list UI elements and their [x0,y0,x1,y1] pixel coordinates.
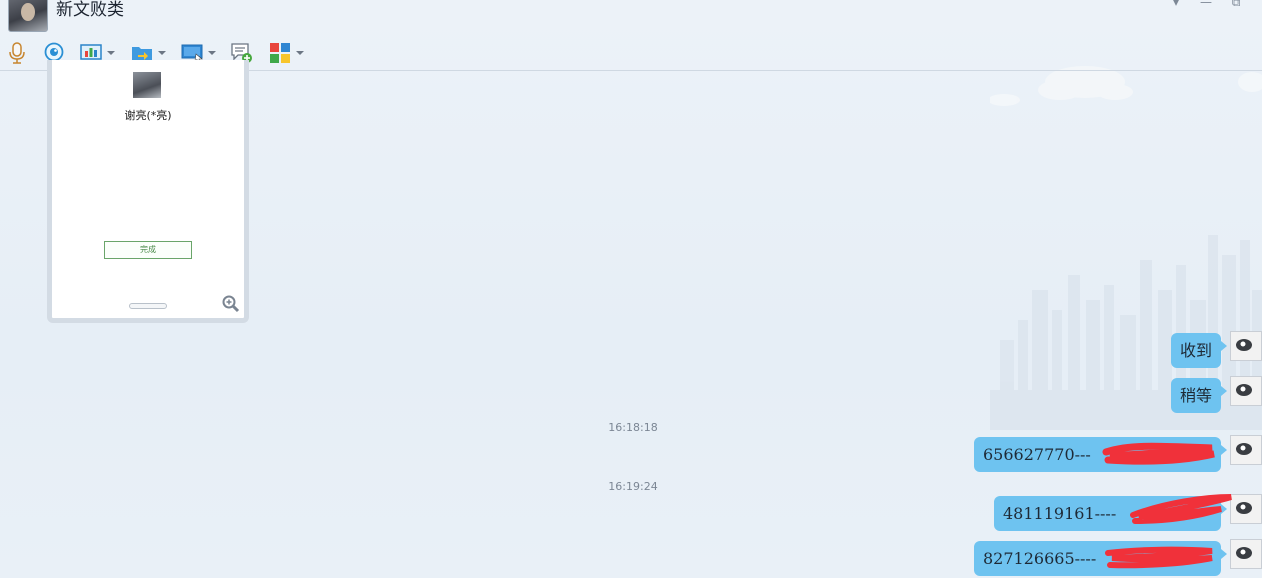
message-item: 481119161---- [962,494,1262,536]
message-bubble[interactable]: 827126665---- [974,541,1227,576]
card-name: 谢亮(*亮) [124,109,172,122]
apps-button[interactable] [269,41,304,65]
sender-avatar[interactable] [1230,331,1262,361]
message-bubble[interactable]: 收到 [1170,333,1228,368]
message-item: 827126665---- [962,539,1262,578]
message-bubble[interactable]: 稍等 [1170,378,1228,413]
done-button[interactable]: 完成 [104,241,192,259]
title-bar: 新文败类 ▾ — ⧉ [0,0,1262,36]
chevron-down-icon [296,51,304,55]
zoom-in-icon[interactable] [222,295,240,313]
message-timestamp: 16:19:24 [608,480,658,493]
minimize-button[interactable]: — [1198,0,1214,8]
apps-grid-icon [270,43,290,63]
contact-avatar[interactable] [8,0,48,32]
sender-avatar[interactable] [1230,494,1262,524]
message-timestamp: 16:18:18 [608,421,658,434]
dropdown-icon[interactable]: ▾ [1168,0,1184,8]
microphone-icon [9,42,25,64]
voice-call-button[interactable] [6,41,28,65]
message-item: 656627770--- [962,435,1262,477]
chat-title: 新文败类 [56,0,124,20]
restore-button[interactable]: ⧉ [1228,0,1244,8]
chevron-down-icon [208,51,216,55]
chevron-down-icon [107,51,115,55]
message-bubble[interactable]: 481119161---- [994,496,1227,531]
card-avatar [133,72,161,98]
sender-avatar[interactable] [1230,376,1262,406]
close-button[interactable] [1254,0,1262,8]
sender-avatar[interactable] [1230,539,1262,569]
shared-card[interactable]: 谢亮(*亮) 完成 [47,60,249,323]
chevron-down-icon [158,51,166,55]
message-item: 收到 [962,331,1262,373]
sender-avatar[interactable] [1230,435,1262,465]
message-item: 稍等 [962,376,1262,418]
message-bubble[interactable]: 656627770--- [974,437,1227,472]
card-handle[interactable] [129,303,167,309]
